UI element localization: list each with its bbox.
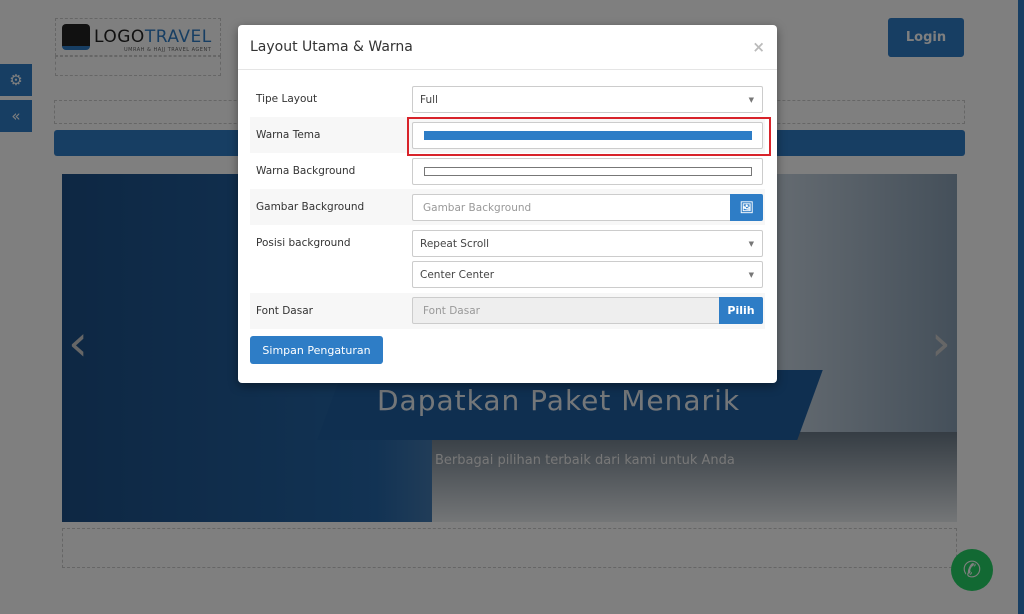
tipe-layout-select[interactable]: Full ▼ <box>412 86 763 113</box>
caret-down-icon: ▼ <box>748 270 754 279</box>
field-label: Warna Background <box>256 165 356 177</box>
highlight-box <box>407 117 771 156</box>
close-icon[interactable]: × <box>752 38 765 56</box>
image-icon: 🖼 <box>739 201 754 214</box>
field-label: Posisi background <box>256 237 351 249</box>
caret-down-icon: ▼ <box>748 239 754 248</box>
pilih-button[interactable]: Pilih <box>719 297 763 324</box>
image-browse-button[interactable]: 🖼 <box>730 194 763 221</box>
font-dasar-input[interactable]: Font Dasar Pilih <box>412 297 763 324</box>
field-label: Tipe Layout <box>256 93 318 105</box>
field-label: Warna Tema <box>256 129 321 141</box>
caret-down-icon: ▼ <box>748 95 754 104</box>
placeholder: Gambar Background <box>423 201 532 214</box>
field-label: Font Dasar <box>256 305 313 317</box>
field-warna-background: Warna Background <box>250 153 765 189</box>
field-posisi-background: Posisi background Repeat Scroll ▼ Center … <box>250 225 765 293</box>
field-tipe-layout: Tipe Layout Full ▼ <box>250 81 765 117</box>
gambar-background-input[interactable]: Gambar Background 🖼 <box>412 194 763 221</box>
posisi-repeat-select[interactable]: Repeat Scroll ▼ <box>412 230 763 257</box>
layout-modal: Layout Utama & Warna × Tipe Layout Full ▼… <box>238 25 777 383</box>
color-swatch <box>424 167 752 176</box>
select-value: Full <box>420 93 438 106</box>
select-value: Repeat Scroll <box>420 237 490 250</box>
modal-title: Layout Utama & Warna <box>250 39 413 55</box>
field-label: Gambar Background <box>256 201 365 213</box>
placeholder: Font Dasar <box>423 304 480 317</box>
warna-background-picker[interactable] <box>412 158 763 185</box>
select-value: Center Center <box>420 268 495 281</box>
posisi-align-select[interactable]: Center Center ▼ <box>412 261 763 288</box>
save-settings-button[interactable]: Simpan Pengaturan <box>250 336 383 364</box>
field-gambar-background: Gambar Background Gambar Background 🖼 <box>250 189 765 225</box>
field-font-dasar: Font Dasar Font Dasar Pilih <box>250 293 765 329</box>
